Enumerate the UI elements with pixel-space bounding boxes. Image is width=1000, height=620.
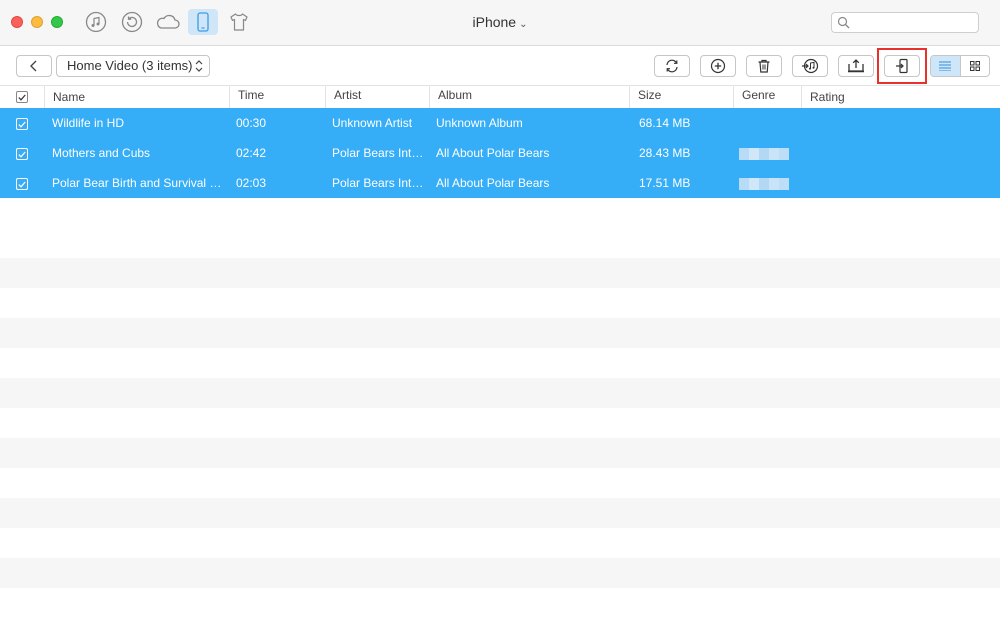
empty-row — [0, 258, 1000, 288]
close-window-button[interactable] — [11, 16, 23, 28]
category-label: Home Video (3 items) — [67, 58, 193, 73]
add-icon — [710, 58, 726, 74]
column-header-size[interactable]: Size — [629, 86, 733, 108]
delete-button[interactable] — [746, 55, 782, 77]
empty-row — [0, 468, 1000, 498]
grid-view-icon — [969, 61, 980, 71]
phone-icon[interactable] — [188, 9, 218, 35]
refresh-icon — [666, 59, 678, 73]
table-row[interactable]: Polar Bear Birth and Survival R… 02:03 P… — [0, 168, 1000, 198]
back-button[interactable] — [16, 55, 52, 77]
checkmark-icon — [18, 181, 26, 188]
to-computer-button[interactable] — [838, 55, 874, 77]
empty-row — [0, 498, 1000, 528]
search-icon — [837, 16, 850, 29]
cell-name: Polar Bear Birth and Survival R… — [52, 176, 230, 190]
table-row[interactable]: Wildlife in HD 00:30 Unknown Artist Unkn… — [0, 108, 1000, 138]
add-button[interactable] — [700, 55, 736, 77]
column-header-name[interactable]: Name — [44, 86, 229, 108]
empty-row — [0, 588, 1000, 618]
search-input[interactable] — [831, 12, 979, 33]
to-itunes-button[interactable] — [792, 55, 828, 77]
table-row[interactable]: Mothers and Cubs 02:42 Polar Bears Inte…… — [0, 138, 1000, 168]
genre-redacted — [739, 148, 789, 160]
column-header-album[interactable]: Album — [429, 86, 629, 108]
cell-album: All About Polar Bears — [436, 146, 550, 160]
empty-row — [0, 558, 1000, 588]
empty-row — [0, 378, 1000, 408]
list-view-button[interactable] — [931, 56, 961, 76]
empty-row — [0, 318, 1000, 348]
cell-size: 28.43 MB — [639, 146, 691, 160]
window-title[interactable]: iPhone ⌄ — [440, 14, 560, 30]
empty-row — [0, 408, 1000, 438]
column-header-genre[interactable]: Genre — [733, 86, 801, 108]
chevron-down-icon: ⌄ — [519, 19, 528, 30]
column-header-time[interactable]: Time — [229, 86, 325, 108]
cell-name: Mothers and Cubs — [52, 146, 151, 160]
zoom-window-button[interactable] — [51, 16, 63, 28]
row-checkbox[interactable] — [16, 118, 28, 130]
restore-icon[interactable] — [117, 9, 147, 35]
refresh-button[interactable] — [654, 55, 690, 77]
cell-artist: Polar Bears Inte… — [332, 176, 426, 190]
table-body: Wildlife in HD 00:30 Unknown Artist Unkn… — [0, 108, 1000, 620]
updown-chevron-icon — [195, 60, 203, 72]
table-header: Name Time Artist Album Size Genre Rating — [0, 86, 1000, 109]
delete-icon — [758, 59, 770, 73]
toolbar: Home Video (3 items) — [0, 46, 1000, 86]
checkmark-icon — [18, 94, 26, 101]
cell-time: 02:42 — [236, 146, 267, 160]
cell-time: 02:03 — [236, 176, 267, 190]
window-title-text: iPhone — [472, 14, 517, 30]
grid-view-button[interactable] — [961, 56, 990, 76]
shirt-icon[interactable] — [224, 9, 254, 35]
empty-row — [0, 228, 1000, 258]
select-all-checkbox[interactable] — [16, 91, 28, 103]
row-checkbox[interactable] — [16, 178, 28, 190]
category-dropdown[interactable]: Home Video (3 items) — [56, 55, 210, 77]
minimize-window-button[interactable] — [31, 16, 43, 28]
highlight-box — [877, 48, 927, 84]
to-itunes-icon — [802, 58, 819, 74]
to-computer-icon — [848, 59, 864, 73]
cell-album: Unknown Album — [436, 116, 523, 130]
empty-row — [0, 438, 1000, 468]
cell-artist: Unknown Artist — [332, 116, 413, 130]
empty-row — [0, 288, 1000, 318]
checkmark-icon — [18, 121, 26, 128]
column-header-artist[interactable]: Artist — [325, 86, 429, 108]
title-bar: iPhone ⌄ — [0, 0, 1000, 46]
empty-row — [0, 348, 1000, 378]
row-checkbox[interactable] — [16, 148, 28, 160]
cell-size: 68.14 MB — [639, 116, 691, 130]
cell-album: All About Polar Bears — [436, 176, 550, 190]
view-mode-toggle — [930, 55, 990, 77]
empty-row — [0, 198, 1000, 228]
empty-row — [0, 528, 1000, 558]
music-icon[interactable] — [81, 9, 111, 35]
cell-size: 17.51 MB — [639, 176, 691, 190]
chevron-left-icon — [30, 60, 37, 72]
cell-artist: Polar Bears Inte… — [332, 146, 426, 160]
list-view-icon — [939, 61, 952, 71]
cell-name: Wildlife in HD — [52, 116, 125, 130]
column-header-rating[interactable]: Rating — [801, 86, 1000, 108]
genre-redacted — [739, 178, 789, 190]
cell-time: 00:30 — [236, 116, 267, 130]
checkmark-icon — [18, 151, 26, 158]
cloud-icon[interactable] — [153, 9, 183, 35]
